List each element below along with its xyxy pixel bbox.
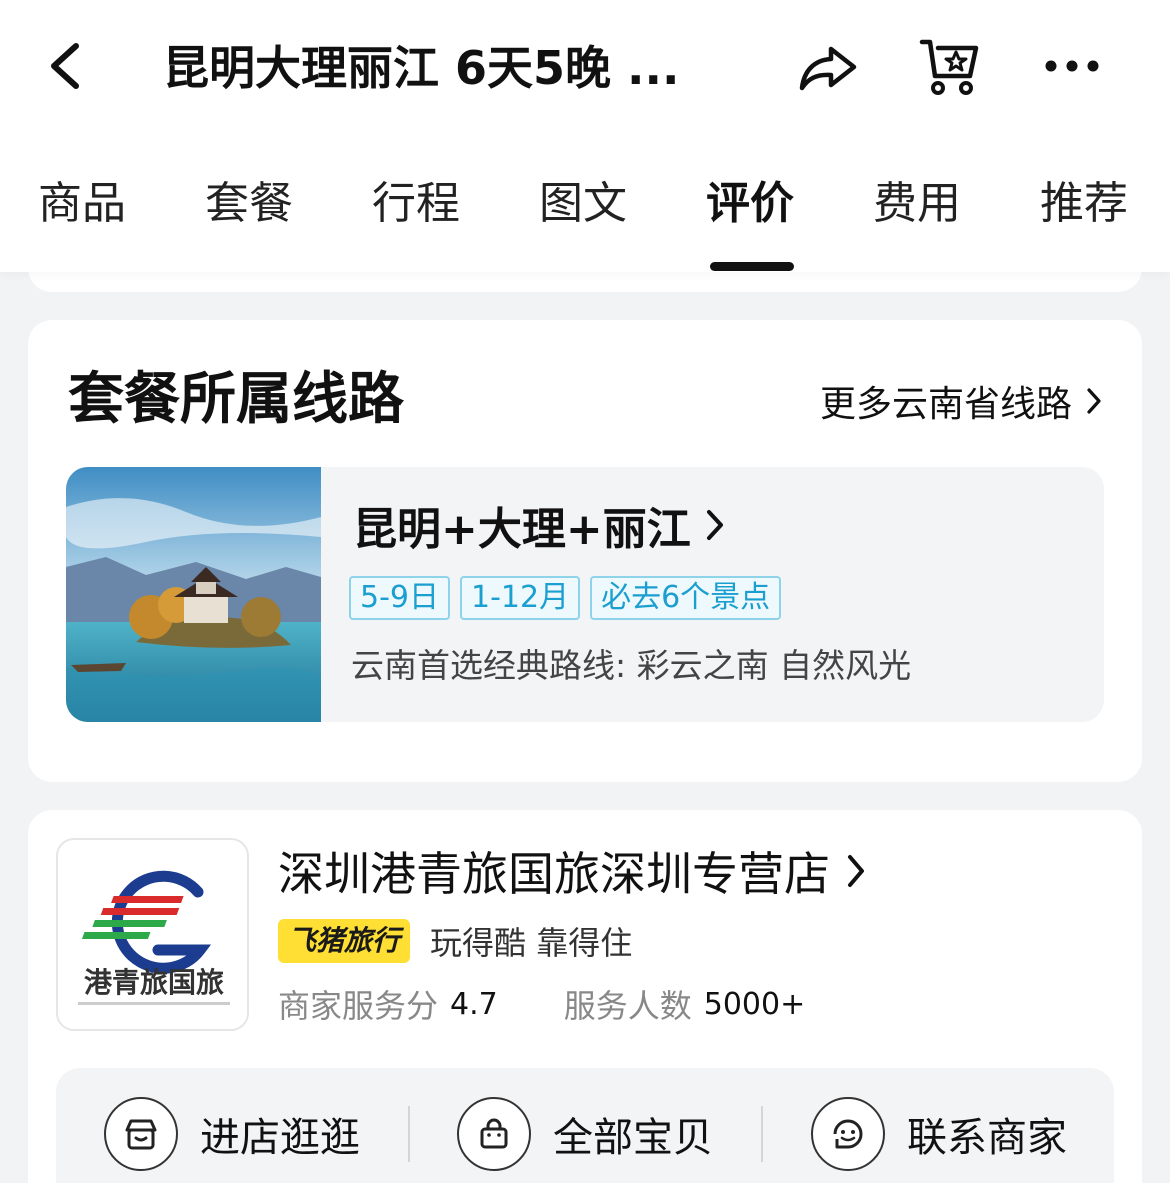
- back-arrow-icon: [51, 43, 79, 89]
- all-items-label: 全部宝贝: [553, 1115, 713, 1161]
- tab-package[interactable]: 套餐: [205, 174, 293, 234]
- contact-seller-label: 联系商家: [907, 1115, 1067, 1161]
- route-thumbnail-image: [66, 467, 321, 722]
- fliggy-badge: 飞猪旅行: [278, 919, 411, 963]
- service-score-value: 4.7: [450, 986, 498, 1022]
- chevron-right-icon: [848, 855, 864, 887]
- enter-store-label: 进店逛逛: [200, 1115, 360, 1161]
- store-logo[interactable]: 港青旅国旅: [56, 838, 249, 1031]
- chevron-right-icon: [706, 510, 723, 540]
- more-button[interactable]: [1040, 40, 1104, 92]
- share-button[interactable]: [796, 38, 860, 98]
- route-description: 云南首选经典路线: 彩云之南 自然风光: [351, 646, 912, 685]
- route-name-link[interactable]: 昆明+大理+丽江: [353, 497, 725, 555]
- tag-duration: 5-9日: [349, 576, 450, 620]
- tab-itinerary[interactable]: 行程: [372, 174, 460, 234]
- store-card: 港青旅国旅 深圳港青旅国旅深圳专营店 飞猪旅行 玩得酷 靠得住 商家服务分 4.…: [28, 810, 1142, 1183]
- store-stats: 商家服务分 4.7 服务人数 5000+: [278, 980, 805, 1028]
- route-tags: 5-9日 1-12月 必去6个景点: [349, 576, 782, 620]
- divider: [761, 1106, 763, 1162]
- tag-attractions: 必去6个景点: [590, 576, 782, 620]
- route-item[interactable]: 昆明+大理+丽江 5-9日 1-12月 必去6个景点 云南首选经典路线: 彩云之…: [66, 467, 1104, 722]
- tab-recommend[interactable]: 推荐: [1040, 174, 1128, 234]
- store-logo-mark: 港青旅国旅: [78, 870, 230, 1005]
- store-icon: [104, 1097, 178, 1171]
- shopping-cart-icon: [919, 39, 979, 95]
- tab-bar: 商品 套餐 行程 图文 评价 费用 推荐: [0, 160, 1170, 250]
- nav-bar: 昆明大理丽江 6天5晚 ...: [0, 0, 1170, 130]
- contact-seller-button[interactable]: 联系商家: [811, 1096, 1067, 1172]
- route-card: 套餐所属线路 更多云南省线路 昆明+大理+丽江 5-9日 1-12月 必去6个景…: [28, 320, 1142, 782]
- store-actions: 进店逛逛 全部宝贝 联系商家: [56, 1068, 1114, 1183]
- tab-details[interactable]: 图文: [539, 174, 627, 234]
- top-header: 昆明大理丽江 6天5晚 ... 商品 套餐 行程 图文 评价 费用 推荐: [0, 0, 1170, 272]
- served-count-value: 5000+: [703, 986, 806, 1022]
- served-count-label: 服务人数: [563, 987, 692, 1025]
- route-section-title: 套餐所属线路: [68, 367, 404, 432]
- store-name: 深圳港青旅国旅深圳专营店: [278, 847, 830, 901]
- active-tab-indicator: [710, 262, 794, 271]
- tag-months: 1-12月: [460, 576, 581, 620]
- route-name: 昆明+大理+丽江: [353, 504, 691, 555]
- service-score-label: 商家服务分: [278, 987, 439, 1025]
- tab-product[interactable]: 商品: [38, 174, 126, 234]
- back-button[interactable]: [36, 38, 92, 94]
- enter-store-button[interactable]: 进店逛逛: [104, 1096, 360, 1172]
- cart-button[interactable]: [916, 34, 982, 100]
- chevron-right-icon: [1087, 388, 1101, 414]
- all-items-button[interactable]: 全部宝贝: [457, 1096, 713, 1172]
- divider: [408, 1106, 410, 1162]
- store-name-link[interactable]: 深圳港青旅国旅深圳专营店: [278, 840, 866, 902]
- share-icon: [799, 46, 857, 91]
- more-routes-label: 更多云南省线路: [819, 384, 1072, 425]
- more-routes-link[interactable]: 更多云南省线路: [820, 376, 1102, 426]
- more-dots-icon: [1045, 60, 1099, 72]
- store-slogan: 玩得酷 靠得住: [430, 924, 633, 962]
- store-badge-row: 飞猪旅行 玩得酷 靠得住: [278, 918, 632, 964]
- store-logo-text: 港青旅国旅: [84, 966, 224, 999]
- tab-reviews[interactable]: 评价: [706, 174, 794, 234]
- tab-fees[interactable]: 费用: [873, 174, 961, 234]
- bag-icon: [457, 1097, 531, 1171]
- page-title: 昆明大理丽江 6天5晚 ...: [163, 41, 680, 95]
- chat-face-icon: [811, 1097, 885, 1171]
